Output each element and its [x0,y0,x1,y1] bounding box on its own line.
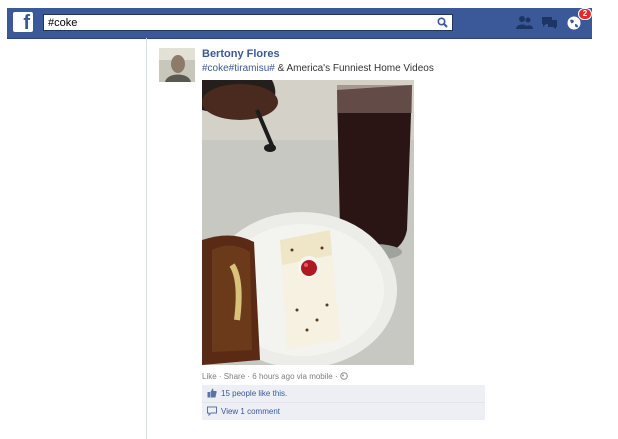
caption-text: & America's Funniest Home Videos [274,63,434,74]
search-icon[interactable] [437,17,448,28]
privacy-globe-icon[interactable] [340,372,348,380]
post-time[interactable]: 6 hours ago via mobile [252,372,333,381]
notification-jewels: 2 [516,8,592,33]
facebook-logo-icon[interactable]: f [13,12,33,34]
search-input[interactable] [44,15,428,30]
author-photo-icon [159,48,195,82]
meta-sep: · [332,372,340,381]
messages-icon[interactable] [541,15,558,30]
post-caption: #coke#tiramisu# & America's Funniest Hom… [202,63,434,74]
likes-row[interactable]: 15 people like this. [202,385,485,402]
post-meta: Like · Share · 6 hours ago via mobile · [202,372,348,381]
photo-image [202,80,414,365]
comments-row[interactable]: View 1 comment [202,402,485,420]
thumbs-up-icon [207,388,217,398]
post-author[interactable]: Bertony Flores [202,48,280,60]
comment-icon [207,406,217,416]
meta-sep: · [216,372,224,381]
search-box[interactable] [43,14,453,31]
avatar[interactable] [159,48,195,82]
content-divider [146,38,147,439]
view-comments-link[interactable]: View 1 comment [221,407,280,416]
notifications-badge: 2 [578,8,592,20]
likes-count-text[interactable]: 15 people like this. [221,389,287,398]
post-photo[interactable] [202,80,414,365]
friend-requests-icon[interactable] [516,15,533,30]
top-navigation-bar: f 2 [7,8,592,39]
logo-letter: f [23,12,30,34]
share-link[interactable]: Share [224,372,245,381]
like-link[interactable]: Like [202,372,217,381]
hashtags-link[interactable]: #coke#tiramisu# [202,63,275,74]
